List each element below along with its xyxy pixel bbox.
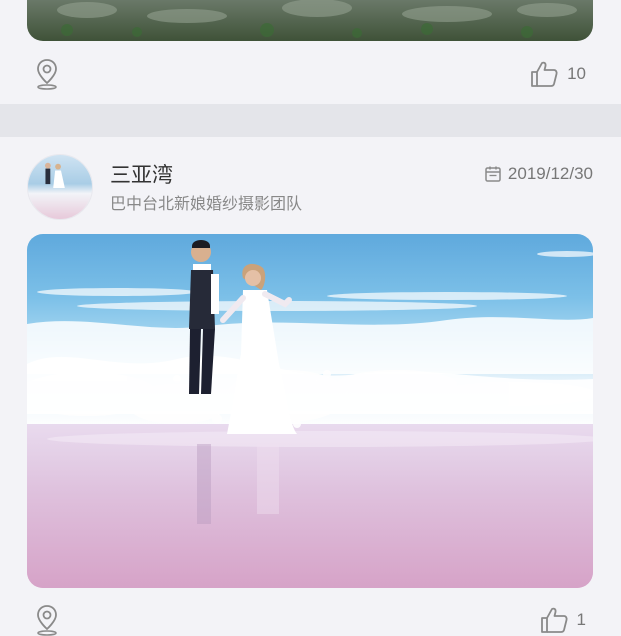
calendar-icon: [485, 166, 501, 182]
like-count: 1: [576, 610, 586, 629]
post-subtitle: 巴中台北新娘婚纱摄影团队: [110, 194, 303, 213]
thumbs-up-icon: [531, 61, 558, 87]
section-divider: [0, 104, 621, 137]
location-pin-icon[interactable]: [35, 58, 59, 90]
like-count: 10: [567, 64, 586, 83]
previous-post-footer: 10: [0, 58, 621, 98]
thumbs-up-icon: [540, 607, 568, 633]
post-footer: 1: [0, 604, 621, 636]
post-date-text: 2019/12/30: [507, 164, 593, 183]
avatar[interactable]: [27, 154, 93, 220]
post-photo[interactable]: [27, 234, 593, 588]
like-button[interactable]: 1: [539, 604, 586, 636]
post-date: 2019/12/30: [484, 164, 593, 184]
feed-page: 10 三亚湾 巴中台北新娘婚纱摄影团队 2019/12/30 1: [0, 0, 621, 636]
post-title: 三亚湾: [110, 163, 173, 187]
like-button[interactable]: 10: [529, 58, 586, 90]
previous-post-photo[interactable]: [27, 0, 593, 41]
location-pin-icon[interactable]: [35, 604, 59, 636]
